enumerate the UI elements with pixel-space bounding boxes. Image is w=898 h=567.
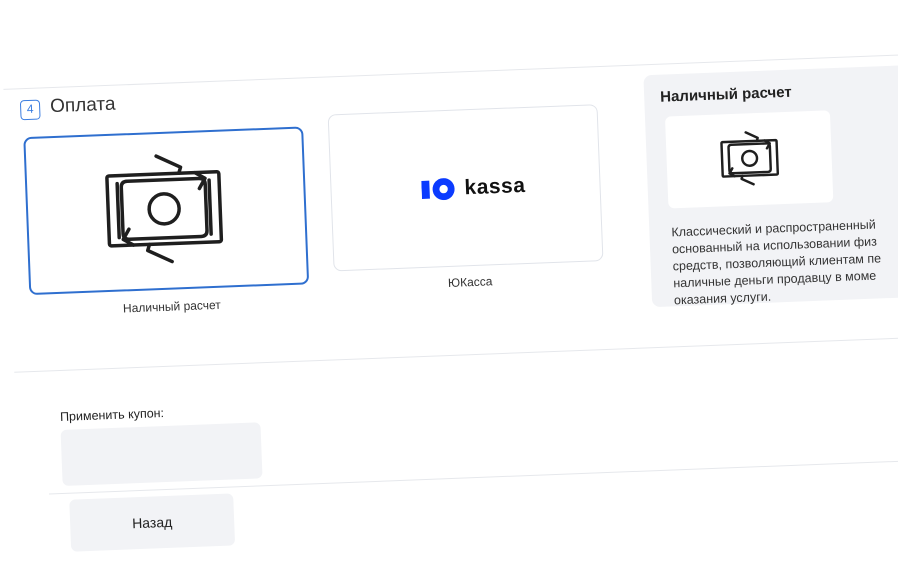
cash-icon xyxy=(105,154,224,264)
payment-option-cash[interactable]: Наличный расчет xyxy=(23,126,310,316)
payment-step: 4 Оплата Наличный расчет kassa ЮКасса На… xyxy=(0,0,898,567)
yookassa-logo-icon xyxy=(421,178,455,201)
cash-icon xyxy=(720,131,780,186)
yookassa-logo: kassa xyxy=(421,174,526,202)
info-panel-description: Классический и распространенный основанн… xyxy=(671,214,898,309)
back-button[interactable]: Назад xyxy=(69,493,236,552)
coupon-label: Применить купон: xyxy=(59,406,165,424)
coupon-input[interactable] xyxy=(60,422,263,486)
payment-section-divider xyxy=(14,337,898,373)
section-title: Оплата xyxy=(49,93,116,118)
info-panel-title: Наличный расчет xyxy=(659,83,793,106)
payment-option-label: ЮКасса xyxy=(447,274,493,291)
payment-info-panel: Наличный расчет Классический и распростр… xyxy=(643,63,898,309)
info-panel-thumbnail xyxy=(664,110,834,209)
step-number-badge: 4 xyxy=(19,99,41,121)
payment-option-label: Наличный расчет xyxy=(122,297,222,316)
yookassa-logo-text: kassa xyxy=(464,173,526,200)
payment-option-yookassa[interactable]: kassa ЮКасса xyxy=(327,104,604,290)
